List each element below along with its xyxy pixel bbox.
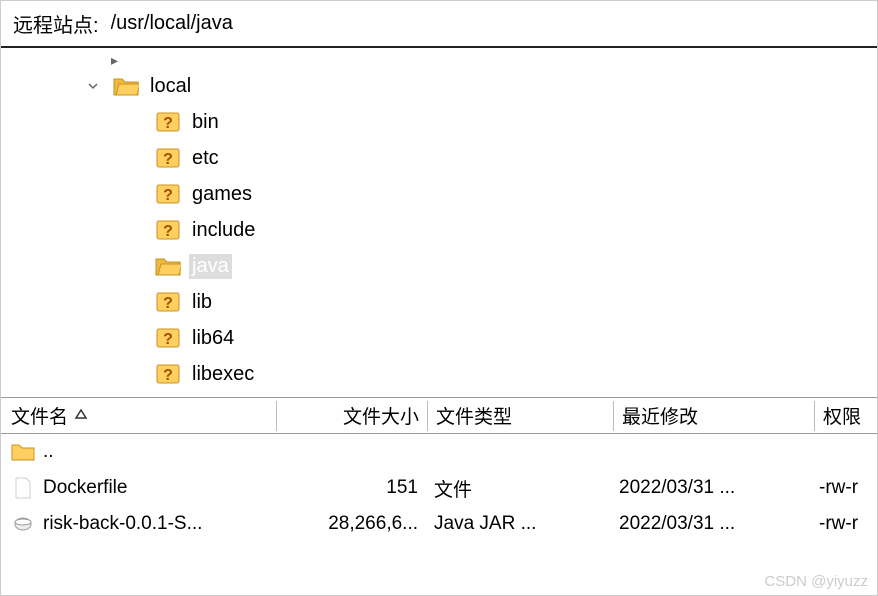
tree-item-local[interactable]: local [1, 68, 877, 104]
column-header-perm[interactable]: 权限 [815, 398, 877, 433]
column-label: 文件类型 [436, 402, 512, 429]
file-type: Java JAR ... [426, 509, 611, 539]
file-perm [811, 448, 877, 456]
column-header-size[interactable]: 文件大小 [277, 398, 427, 433]
tree-label: libexec [189, 362, 257, 387]
svg-text:?: ? [163, 367, 173, 384]
chevron-down-icon[interactable] [85, 78, 101, 94]
file-date: 2022/03/31 ... [611, 509, 811, 539]
file-list-panel: 文件名 文件大小 文件类型 最近修改 权限 .. [1, 398, 877, 542]
file-date [611, 448, 811, 456]
file-list-header: 文件名 文件大小 文件类型 最近修改 权限 [1, 398, 877, 434]
tree-label: bin [189, 110, 222, 135]
tree-item-games[interactable]: ? games [1, 176, 877, 212]
remote-path-input[interactable] [107, 10, 865, 37]
unknown-folder-icon: ? [155, 183, 181, 205]
file-size: 28,266,6... [276, 509, 426, 539]
remote-site-label: 远程站点: [13, 9, 99, 38]
tree-label: etc [189, 146, 222, 171]
column-header-type[interactable]: 文件类型 [428, 398, 613, 433]
file-perm: -rw-r [811, 509, 877, 539]
sort-ascending-icon [74, 407, 88, 424]
unknown-folder-icon: ? [155, 111, 181, 133]
tree-label: lib [189, 290, 215, 315]
column-label: 文件大小 [343, 402, 419, 429]
tree-item-etc[interactable]: ? etc [1, 140, 877, 176]
tree-item-partial: ▸ [1, 52, 877, 68]
tree-label: java [189, 254, 232, 279]
directory-tree[interactable]: ▸ local ? bin ? etc ? games ? include [1, 48, 877, 398]
list-row-jar[interactable]: risk-back-0.0.1-S... 28,266,6... Java JA… [1, 506, 877, 542]
chevron-right-icon[interactable]: ▸ [111, 52, 127, 68]
column-header-name[interactable]: 文件名 [1, 398, 276, 433]
svg-text:?: ? [163, 223, 173, 240]
tree-label: lib64 [189, 326, 237, 351]
folder-icon [11, 441, 35, 463]
column-header-date[interactable]: 最近修改 [614, 398, 814, 433]
file-name: risk-back-0.0.1-S... [43, 513, 202, 535]
svg-text:?: ? [163, 187, 173, 204]
column-label: 文件名 [11, 402, 68, 429]
svg-text:?: ? [163, 331, 173, 348]
tree-label: games [189, 182, 255, 207]
file-type [426, 448, 611, 456]
list-row-dockerfile[interactable]: Dockerfile 151 文件 2022/03/31 ... -rw-r [1, 470, 877, 506]
file-size [276, 448, 426, 456]
file-date: 2022/03/31 ... [611, 473, 811, 503]
unknown-folder-icon: ? [155, 147, 181, 169]
tree-item-java[interactable]: java [1, 248, 877, 284]
file-icon [11, 477, 35, 499]
tree-item-bin[interactable]: ? bin [1, 104, 877, 140]
svg-text:?: ? [163, 151, 173, 168]
tree-label: include [189, 218, 258, 243]
jar-icon [11, 513, 35, 535]
column-label: 最近修改 [622, 402, 698, 429]
file-name: Dockerfile [43, 477, 127, 499]
file-perm: -rw-r [811, 473, 877, 503]
file-size: 151 [276, 473, 426, 503]
list-row-parent[interactable]: .. [1, 434, 877, 470]
folder-open-icon [155, 255, 181, 277]
remote-site-header: 远程站点: [1, 1, 877, 48]
unknown-folder-icon: ? [155, 219, 181, 241]
unknown-folder-icon: ? [155, 327, 181, 349]
folder-open-icon [113, 75, 139, 97]
watermark: CSDN @yiyuzz [764, 573, 868, 590]
tree-item-lib[interactable]: ? lib [1, 284, 877, 320]
tree-item-libexec[interactable]: ? libexec [1, 356, 877, 392]
svg-text:?: ? [163, 115, 173, 132]
file-list-rows: .. Dockerfile 151 文件 2022/03/31 ... -rw-… [1, 434, 877, 542]
file-name: .. [43, 441, 54, 463]
svg-text:?: ? [163, 295, 173, 312]
column-label: 权限 [823, 402, 861, 429]
file-type: 文件 [426, 471, 611, 506]
unknown-folder-icon: ? [155, 291, 181, 313]
unknown-folder-icon: ? [155, 363, 181, 385]
tree-item-lib64[interactable]: ? lib64 [1, 320, 877, 356]
tree-item-include[interactable]: ? include [1, 212, 877, 248]
tree-label: local [147, 74, 194, 99]
